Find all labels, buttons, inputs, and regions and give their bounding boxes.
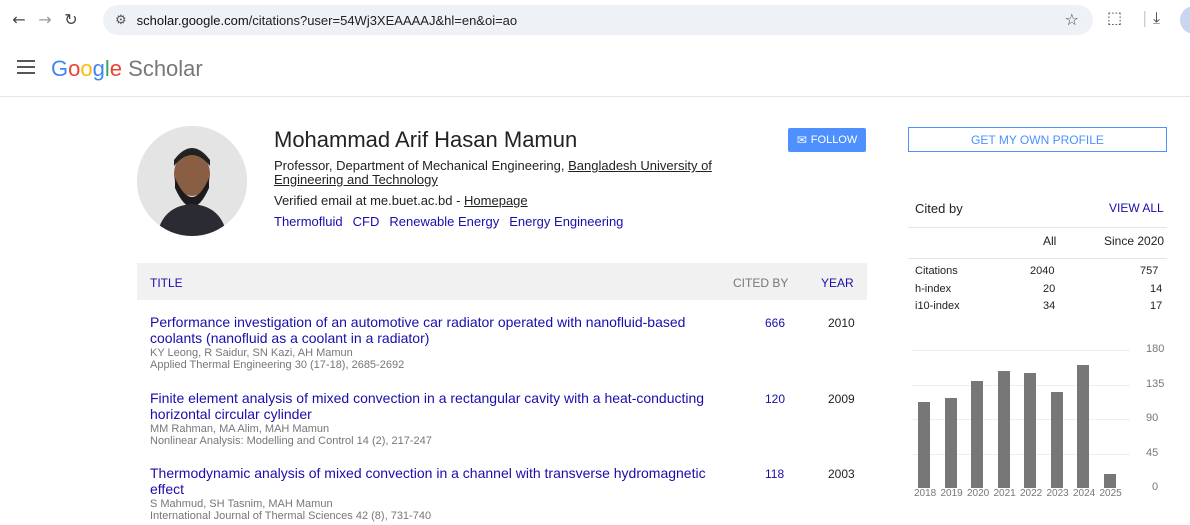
sort-by-title[interactable]: TITLE bbox=[150, 276, 183, 290]
article-cited-by-link[interactable]: 666 bbox=[765, 316, 785, 330]
article-authors: S Mahmud, SH Tasnim, MAH Mamun bbox=[150, 498, 333, 510]
article-title-link[interactable]: Finite element analysis of mixed convect… bbox=[150, 390, 710, 422]
interest-link[interactable]: CFD bbox=[353, 214, 380, 229]
research-interests: Thermofluid CFD Renewable Energy Energy … bbox=[274, 214, 623, 229]
forward-icon[interactable]: → bbox=[34, 10, 56, 29]
reload-icon[interactable]: ↻ bbox=[60, 10, 82, 29]
stat-label: Citations bbox=[915, 265, 958, 277]
article-title-link[interactable]: Thermodynamic analysis of mixed convecti… bbox=[150, 465, 710, 497]
download-icon[interactable]: ⤓ bbox=[1153, 8, 1160, 28]
chart-x-tick-label: 2025 bbox=[1099, 488, 1122, 499]
chart-bar-2018[interactable] bbox=[918, 402, 930, 488]
chart-x-tick-label: 2024 bbox=[1073, 488, 1096, 499]
interest-link[interactable]: Thermofluid bbox=[274, 214, 343, 229]
homepage-link[interactable]: Homepage bbox=[464, 193, 528, 208]
chart-bar-2022[interactable] bbox=[1024, 373, 1036, 488]
article-cited-by-link[interactable]: 120 bbox=[765, 392, 785, 406]
menu-icon[interactable] bbox=[17, 60, 35, 78]
chart-x-tick-label: 2020 bbox=[967, 488, 990, 499]
sort-by-cited[interactable]: CITED BY bbox=[733, 276, 788, 290]
chart-y-tick-label: 90 bbox=[1146, 412, 1159, 424]
chart-x-tick-label: 2021 bbox=[993, 488, 1016, 499]
article-title-link[interactable]: Performance investigation of an automoti… bbox=[150, 314, 710, 346]
article-year: 2009 bbox=[828, 392, 855, 406]
article-year: 2003 bbox=[828, 467, 855, 481]
table-row: Finite element analysis of mixed convect… bbox=[150, 390, 870, 447]
profile-name: Mohammad Arif Hasan Mamun bbox=[274, 127, 578, 152]
chart-bar-2020[interactable] bbox=[971, 380, 983, 488]
chart-y-tick-label: 45 bbox=[1146, 446, 1159, 459]
bookmark-star-icon[interactable]: ☆ bbox=[1065, 10, 1079, 29]
back-icon[interactable]: ← bbox=[8, 10, 30, 29]
follow-button[interactable]: ✉ FOLLOW bbox=[788, 128, 866, 152]
follow-label: FOLLOW bbox=[810, 134, 858, 146]
chart-bar-2024[interactable] bbox=[1077, 365, 1089, 488]
stat-label: h-index bbox=[915, 283, 952, 295]
divider bbox=[908, 227, 1167, 228]
divider bbox=[908, 258, 1167, 259]
browser-toolbar: ← → ↻ ⚙ scholar.google.com/citations?use… bbox=[0, 0, 1190, 40]
table-row: Thermodynamic analysis of mixed convecti… bbox=[150, 465, 870, 522]
table-row: Performance investigation of an automoti… bbox=[150, 314, 870, 371]
scholar-header: Google Scholar bbox=[0, 40, 1190, 97]
chart-bar-2021[interactable] bbox=[997, 371, 1010, 488]
url-path: /citations?user=54Wj3XEAAAAJ&hl=en&oi=ao bbox=[248, 12, 518, 28]
article-authors: KY Leong, R Saidur, SN Kazi, AH Mamun bbox=[150, 347, 353, 359]
interest-link[interactable]: Renewable Energy bbox=[389, 214, 499, 229]
stat-all-value: 2040 bbox=[1030, 265, 1055, 277]
article-year: 2010 bbox=[828, 316, 855, 330]
extensions-icon[interactable]: ⬚ bbox=[1107, 8, 1122, 27]
view-all-link[interactable]: VIEW ALL bbox=[1109, 201, 1164, 215]
chart-y-tick-label: 0 bbox=[1152, 481, 1159, 493]
interest-link[interactable]: Energy Engineering bbox=[509, 214, 623, 229]
stat-since-value: 17 bbox=[1150, 300, 1163, 312]
article-authors: MM Rahman, MA Alim, MAH Mamun bbox=[150, 423, 330, 435]
address-bar[interactable]: ⚙ scholar.google.com/citations?user=54Wj… bbox=[103, 5, 1093, 35]
chart-x-tick-label: 2022 bbox=[1020, 488, 1043, 499]
profile-avatar[interactable] bbox=[1180, 6, 1190, 34]
col-all-header: All bbox=[1043, 234, 1057, 248]
cited-by-heading: Cited by bbox=[915, 201, 963, 216]
profile-affiliation: Professor, Department of Mechanical Engi… bbox=[274, 159, 724, 187]
col-since-header: Since 2020 bbox=[1104, 234, 1165, 248]
get-my-own-profile-button[interactable]: GET MY OWN PROFILE bbox=[908, 127, 1167, 152]
stat-label: i10-index bbox=[915, 300, 960, 312]
article-venue: Applied Thermal Engineering 30 (17-18), … bbox=[150, 359, 405, 371]
url-host: scholar.google.com bbox=[136, 12, 249, 28]
google-scholar-logo[interactable]: Google Scholar bbox=[51, 56, 203, 82]
sort-by-year[interactable]: YEAR bbox=[821, 276, 854, 290]
chart-bar-2025[interactable] bbox=[1103, 474, 1116, 488]
profile-photo bbox=[137, 126, 247, 236]
chart-x-tick-label: 2019 bbox=[940, 488, 963, 499]
stat-since-value: 757 bbox=[1140, 265, 1159, 277]
stat-all-value: 34 bbox=[1043, 300, 1056, 312]
chart-bar-2019[interactable] bbox=[944, 397, 957, 488]
chart-gridline bbox=[912, 350, 1130, 351]
site-info-icon[interactable]: ⚙ bbox=[115, 13, 127, 28]
chart-gridline bbox=[912, 384, 1130, 386]
article-cited-by-link[interactable]: 118 bbox=[765, 467, 784, 481]
affiliation-text: Professor, Department of Mechanical Engi… bbox=[274, 158, 569, 173]
toolbar-divider: | bbox=[1142, 8, 1148, 27]
chart-x-tick-label: 2018 bbox=[914, 488, 937, 499]
stat-since-value: 14 bbox=[1150, 283, 1163, 295]
stat-all-value: 20 bbox=[1043, 283, 1056, 295]
article-venue: Nonlinear Analysis: Modelling and Contro… bbox=[150, 435, 432, 447]
logo-scholar-text: Scholar bbox=[128, 56, 203, 81]
chart-y-tick-label: 180 bbox=[1146, 343, 1165, 355]
profile-email: Verified email at me.buet.ac.bd - Homepa… bbox=[274, 193, 528, 208]
follow-mail-icon: ✉ bbox=[796, 133, 807, 147]
chart-y-tick-label: 135 bbox=[1146, 377, 1165, 390]
articles-table-header: TITLE CITED BY YEAR bbox=[137, 263, 867, 300]
chart-bar-2023[interactable] bbox=[1050, 392, 1063, 488]
chart-x-tick-label: 2023 bbox=[1046, 488, 1069, 499]
email-text: Verified email at me.buet.ac.bd - bbox=[274, 193, 465, 208]
article-venue: International Journal of Thermal Science… bbox=[150, 510, 432, 522]
